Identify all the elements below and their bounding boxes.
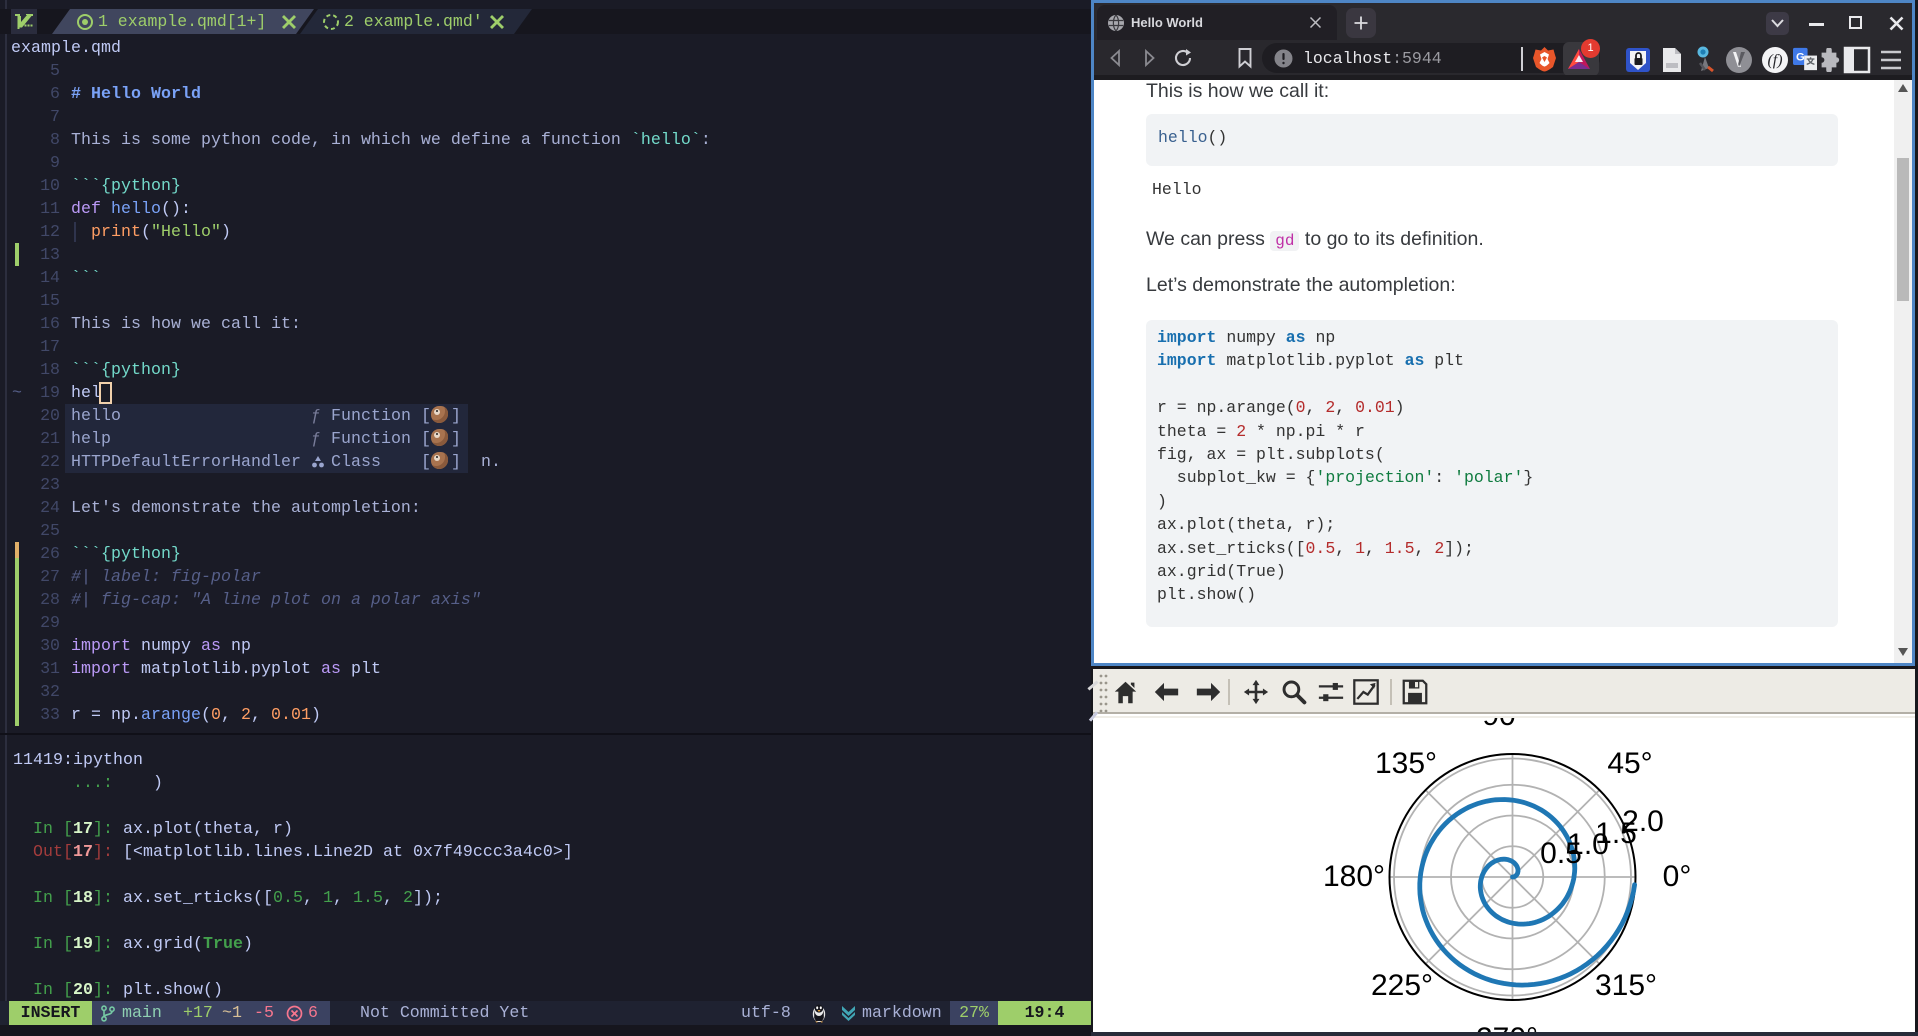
svg-text:(f): (f) xyxy=(1767,52,1782,69)
svg-text:225°: 225° xyxy=(1371,969,1433,1002)
svg-text:0°: 0° xyxy=(1663,860,1692,893)
svg-text:315°: 315° xyxy=(1595,969,1657,1002)
svg-text:2.0: 2.0 xyxy=(1622,805,1664,838)
svg-text:90°: 90° xyxy=(1482,718,1527,732)
svg-text:G: G xyxy=(1796,52,1805,64)
svg-text:180°: 180° xyxy=(1323,860,1385,893)
svg-text:45°: 45° xyxy=(1607,747,1652,780)
svg-text:135°: 135° xyxy=(1375,747,1437,780)
